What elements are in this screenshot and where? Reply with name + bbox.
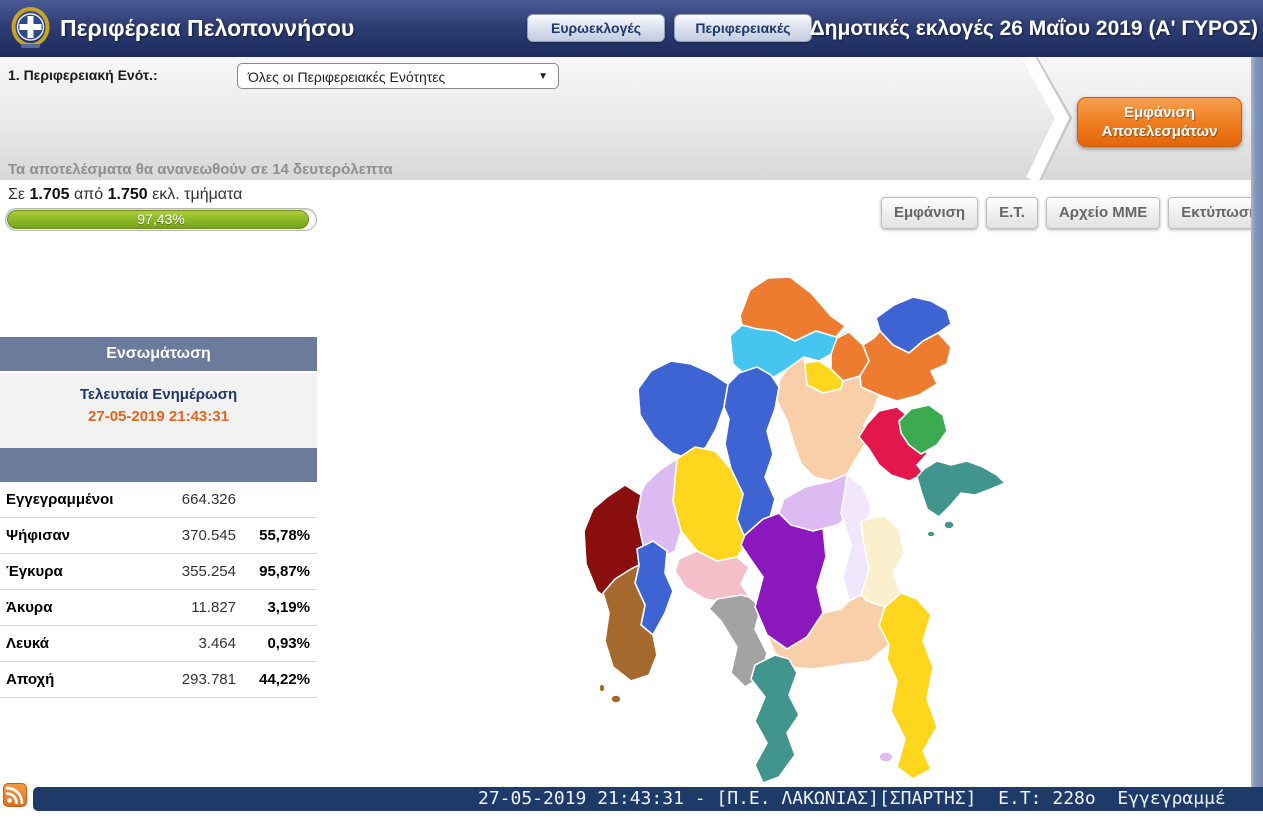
toolbar: ΕμφάνισηΕ.Τ.Αρχείο ΜΜΕΕκτύπωση: [881, 197, 1263, 229]
reported-count: 1.705: [29, 186, 69, 203]
chevron-down-icon: ▼: [538, 64, 548, 90]
last-update-timestamp: 27-05-2019 21:43:31: [0, 406, 317, 428]
toolbar-button-1[interactable]: Ε.Τ.: [986, 197, 1038, 229]
table-row: Έγκυρα355.25495,87%: [0, 554, 317, 590]
toolbar-button-0[interactable]: Εμφάνιση: [881, 197, 978, 229]
header-nav: Ευρωεκλογές Περιφερειακές: [527, 14, 812, 42]
summary-table-title: Ενσωμάτωση: [0, 337, 317, 373]
map-region-south-teal[interactable]: [751, 655, 799, 783]
table-row: Άκυρα11.8273,19%: [0, 590, 317, 626]
toolbar-button-3[interactable]: Εκτύπωση: [1168, 197, 1263, 229]
total-count: 1.750: [108, 186, 148, 203]
map-region-southeast-teal[interactable]: [917, 461, 1005, 517]
election-title: Δημοτικές εκλογές 26 Μαΐου 2019 (Α' ΓΥΡΟ…: [810, 0, 1258, 57]
table-row: Λευκά3.4640,93%: [0, 626, 317, 662]
regional-unit-select[interactable]: Όλες οι Περιφερειακές Ενότητες ▼: [237, 63, 559, 89]
filter-panel: 1. Περιφερειακή Ενότ.: Όλες οι Περιφερει…: [0, 57, 1263, 181]
regional-unit-label: 1. Περιφερειακή Ενότ.:: [8, 67, 158, 83]
map-region-teal-islet-b[interactable]: [927, 531, 935, 537]
page-title: Περιφέρεια Πελοποννήσου: [60, 0, 354, 57]
header-bar: Περιφέρεια Πελοποννήσου Ευρωεκλογές Περιφ…: [0, 0, 1263, 57]
last-update-block: Τελευταία Ενημέρωση 27-05-2019 21:43:31: [0, 373, 317, 448]
map-region-cream[interactable]: [861, 515, 904, 607]
show-results-button[interactable]: Εμφάνιση Αποτελεσμάτων: [1077, 97, 1242, 147]
map-region-plum-islet[interactable]: [879, 752, 893, 762]
progress-percent: 97,43%: [6, 209, 316, 230]
reporting-line: Σε 1.705 από 1.750 εκλ. τμήματα: [8, 186, 242, 204]
news-ticker: 27-05-2019 21:43:31 - [Π.Ε. ΛΑΚΩΝΙΑΣ][ΣΠ…: [33, 787, 1263, 811]
map-region-west-blue[interactable]: [638, 361, 728, 459]
chevron-separator-icon: [1022, 57, 1078, 180]
progress-bar: 97,43%: [5, 208, 317, 231]
table-row: Ψήφισαν370.54555,78%: [0, 518, 317, 554]
refresh-notice: Τα αποτελέσματα θα ανανεωθούν σε 14 δευτ…: [8, 161, 393, 178]
map-region-brown-islet-a[interactable]: [599, 684, 605, 692]
nav-button-1[interactable]: Περιφερειακές: [674, 14, 812, 42]
toolbar-button-2[interactable]: Αρχείο ΜΜΕ: [1046, 197, 1160, 229]
nav-button-0[interactable]: Ευρωεκλογές: [527, 14, 665, 42]
page-edge-strip: [1251, 57, 1263, 787]
rss-icon[interactable]: [3, 783, 27, 807]
summary-table: Ενσωμάτωση Τελευταία Ενημέρωση 27-05-201…: [0, 337, 317, 698]
map-region-teal-islet-a[interactable]: [944, 521, 954, 529]
summary-progress-row: Σε 1.705 από 1.75097,43%: [0, 448, 317, 482]
municipalities-map: [578, 268, 1010, 785]
last-update-label: Τελευταία Ενημέρωση: [0, 384, 317, 406]
table-row: Αποχή293.78144,22%: [0, 662, 317, 698]
hellenic-republic-emblem: [8, 6, 53, 51]
selected-option: Όλες οι Περιφερειακές Ενότητες: [248, 69, 445, 85]
map-region-east-yellow[interactable]: [879, 593, 937, 779]
map-region-brown-islet-b[interactable]: [611, 695, 621, 703]
